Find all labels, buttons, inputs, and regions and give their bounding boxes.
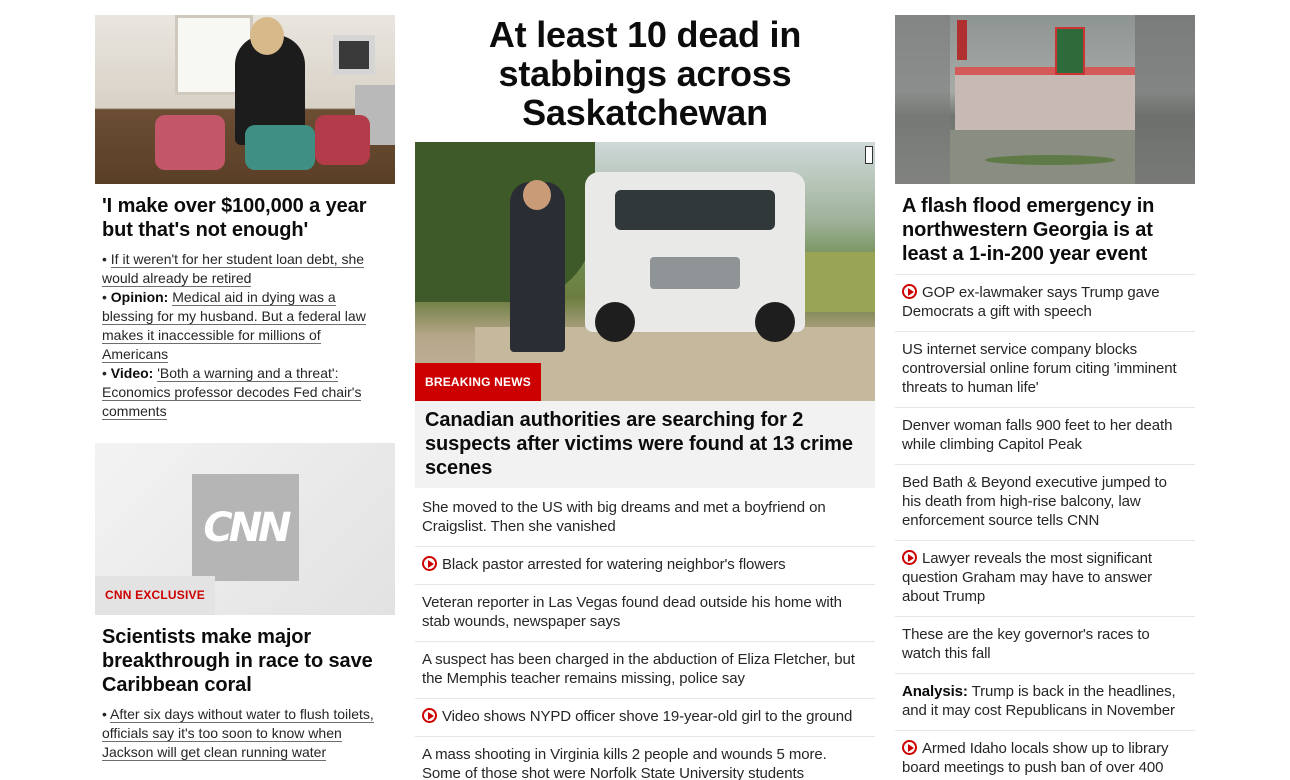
breaking-news-badge: BREAKING NEWS xyxy=(415,363,541,401)
related-links-story2: • After six days without water to flush … xyxy=(95,697,395,762)
list-item[interactable]: GOP ex-lawmaker says Trump gave Democrat… xyxy=(895,274,1195,331)
list-item[interactable]: Black pastor arrested for watering neigh… xyxy=(415,546,875,584)
story-photo-school-supplies[interactable] xyxy=(95,15,395,184)
main-headline[interactable]: At least 10 dead in stabbings across Sas… xyxy=(415,15,875,132)
exclusive-badge: CNN EXCLUSIVE xyxy=(95,576,215,615)
list-item[interactable]: Analysis: Trump is back in the headlines… xyxy=(895,673,1195,730)
list-item[interactable]: Lawyer reveals the most significant ques… xyxy=(895,540,1195,616)
related-link[interactable]: • Opinion: Medical aid in dying was a bl… xyxy=(102,288,388,364)
play-circle-icon xyxy=(422,708,437,723)
photo-flooded-gas-station[interactable] xyxy=(895,15,1195,184)
list-item-text[interactable]: A suspect has been charged in the abduct… xyxy=(422,651,855,687)
related-link-text[interactable]: If it weren't for her student loan debt,… xyxy=(102,251,365,287)
list-item[interactable]: These are the key governor's races to wa… xyxy=(895,616,1195,673)
related-link[interactable]: • If it weren't for her student loan deb… xyxy=(102,250,388,288)
link-prefix-video: Video: xyxy=(110,365,154,381)
list-item-text[interactable]: Denver woman falls 900 feet to her death… xyxy=(902,417,1172,453)
list-item-text[interactable]: Black pastor arrested for watering neigh… xyxy=(442,556,786,573)
photo-police-officer-truck[interactable]: BREAKING NEWS xyxy=(415,142,875,401)
list-item[interactable]: A suspect has been charged in the abduct… xyxy=(415,641,875,698)
list-item[interactable]: A mass shooting in Virginia kills 2 peop… xyxy=(415,736,875,780)
headline-caribbean-coral[interactable]: Scientists make major breakthrough in ra… xyxy=(95,615,395,697)
link-prefix-analysis: Analysis: xyxy=(902,683,968,700)
list-item[interactable]: US internet service company blocks contr… xyxy=(895,331,1195,407)
right-column: A flash flood emergency in northwestern … xyxy=(895,15,1195,780)
list-item[interactable]: Denver woman falls 900 feet to her death… xyxy=(895,407,1195,464)
right-headline-list: GOP ex-lawmaker says Trump gave Democrat… xyxy=(895,274,1195,780)
list-item[interactable]: Video shows NYPD officer shove 19-year-o… xyxy=(415,698,875,736)
list-item[interactable]: Armed Idaho locals show up to library bo… xyxy=(895,730,1195,780)
lead-story-link[interactable]: BREAKING NEWS Canadian authorities are s… xyxy=(415,142,875,488)
list-item[interactable]: She moved to the US with big dreams and … xyxy=(415,490,875,546)
cnn-logo: CNN xyxy=(192,474,299,581)
list-item-text[interactable]: US internet service company blocks contr… xyxy=(902,341,1177,396)
list-item-text[interactable]: Bed Bath & Beyond executive jumped to hi… xyxy=(902,474,1167,529)
play-circle-icon xyxy=(422,556,437,571)
left-column: 'I make over $100,000 a year but that's … xyxy=(95,15,395,762)
middle-column: At least 10 dead in stabbings across Sas… xyxy=(415,15,875,780)
headline-flash-flood[interactable]: A flash flood emergency in northwestern … xyxy=(895,184,1195,274)
photo-cnn-placeholder[interactable]: CNN CNN EXCLUSIVE xyxy=(95,443,395,615)
related-link[interactable]: • After six days without water to flush … xyxy=(102,705,388,762)
related-link[interactable]: • Video: 'Both a warning and a threat': … xyxy=(102,364,388,421)
link-prefix-opinion: Opinion: xyxy=(110,289,169,305)
list-item-text[interactable]: A mass shooting in Virginia kills 2 peop… xyxy=(422,746,827,780)
photo-woman-backpacks[interactable] xyxy=(95,15,395,184)
play-circle-icon xyxy=(902,284,917,299)
play-circle-icon xyxy=(902,740,917,755)
broadcaster-watermark-icon xyxy=(865,146,873,164)
list-item-text[interactable]: Armed Idaho locals show up to library bo… xyxy=(902,740,1169,780)
list-item[interactable]: Bed Bath & Beyond executive jumped to hi… xyxy=(895,464,1195,540)
story-photo-coral[interactable]: CNN CNN EXCLUSIVE xyxy=(95,443,395,615)
list-item-text[interactable]: She moved to the US with big dreams and … xyxy=(422,499,826,535)
list-item-text[interactable]: Video shows NYPD officer shove 19-year-o… xyxy=(442,708,852,725)
list-item-text[interactable]: GOP ex-lawmaker says Trump gave Democrat… xyxy=(902,284,1160,320)
play-circle-icon xyxy=(902,550,917,565)
lead-story-headline[interactable]: Canadian authorities are searching for 2… xyxy=(415,401,875,488)
list-item-text[interactable]: Lawyer reveals the most significant ques… xyxy=(902,550,1152,605)
middle-headline-list: She moved to the US with big dreams and … xyxy=(415,490,875,780)
list-item[interactable]: Veteran reporter in Las Vegas found dead… xyxy=(415,584,875,641)
headline-100k-salary[interactable]: 'I make over $100,000 a year but that's … xyxy=(95,184,395,242)
story-photo-flood[interactable] xyxy=(895,15,1195,184)
list-item-text[interactable]: These are the key governor's races to wa… xyxy=(902,626,1150,662)
list-item-text[interactable]: Veteran reporter in Las Vegas found dead… xyxy=(422,594,842,630)
related-link-text[interactable]: After six days without water to flush to… xyxy=(102,706,374,761)
related-links-story1: • If it weren't for her student loan deb… xyxy=(95,242,395,421)
